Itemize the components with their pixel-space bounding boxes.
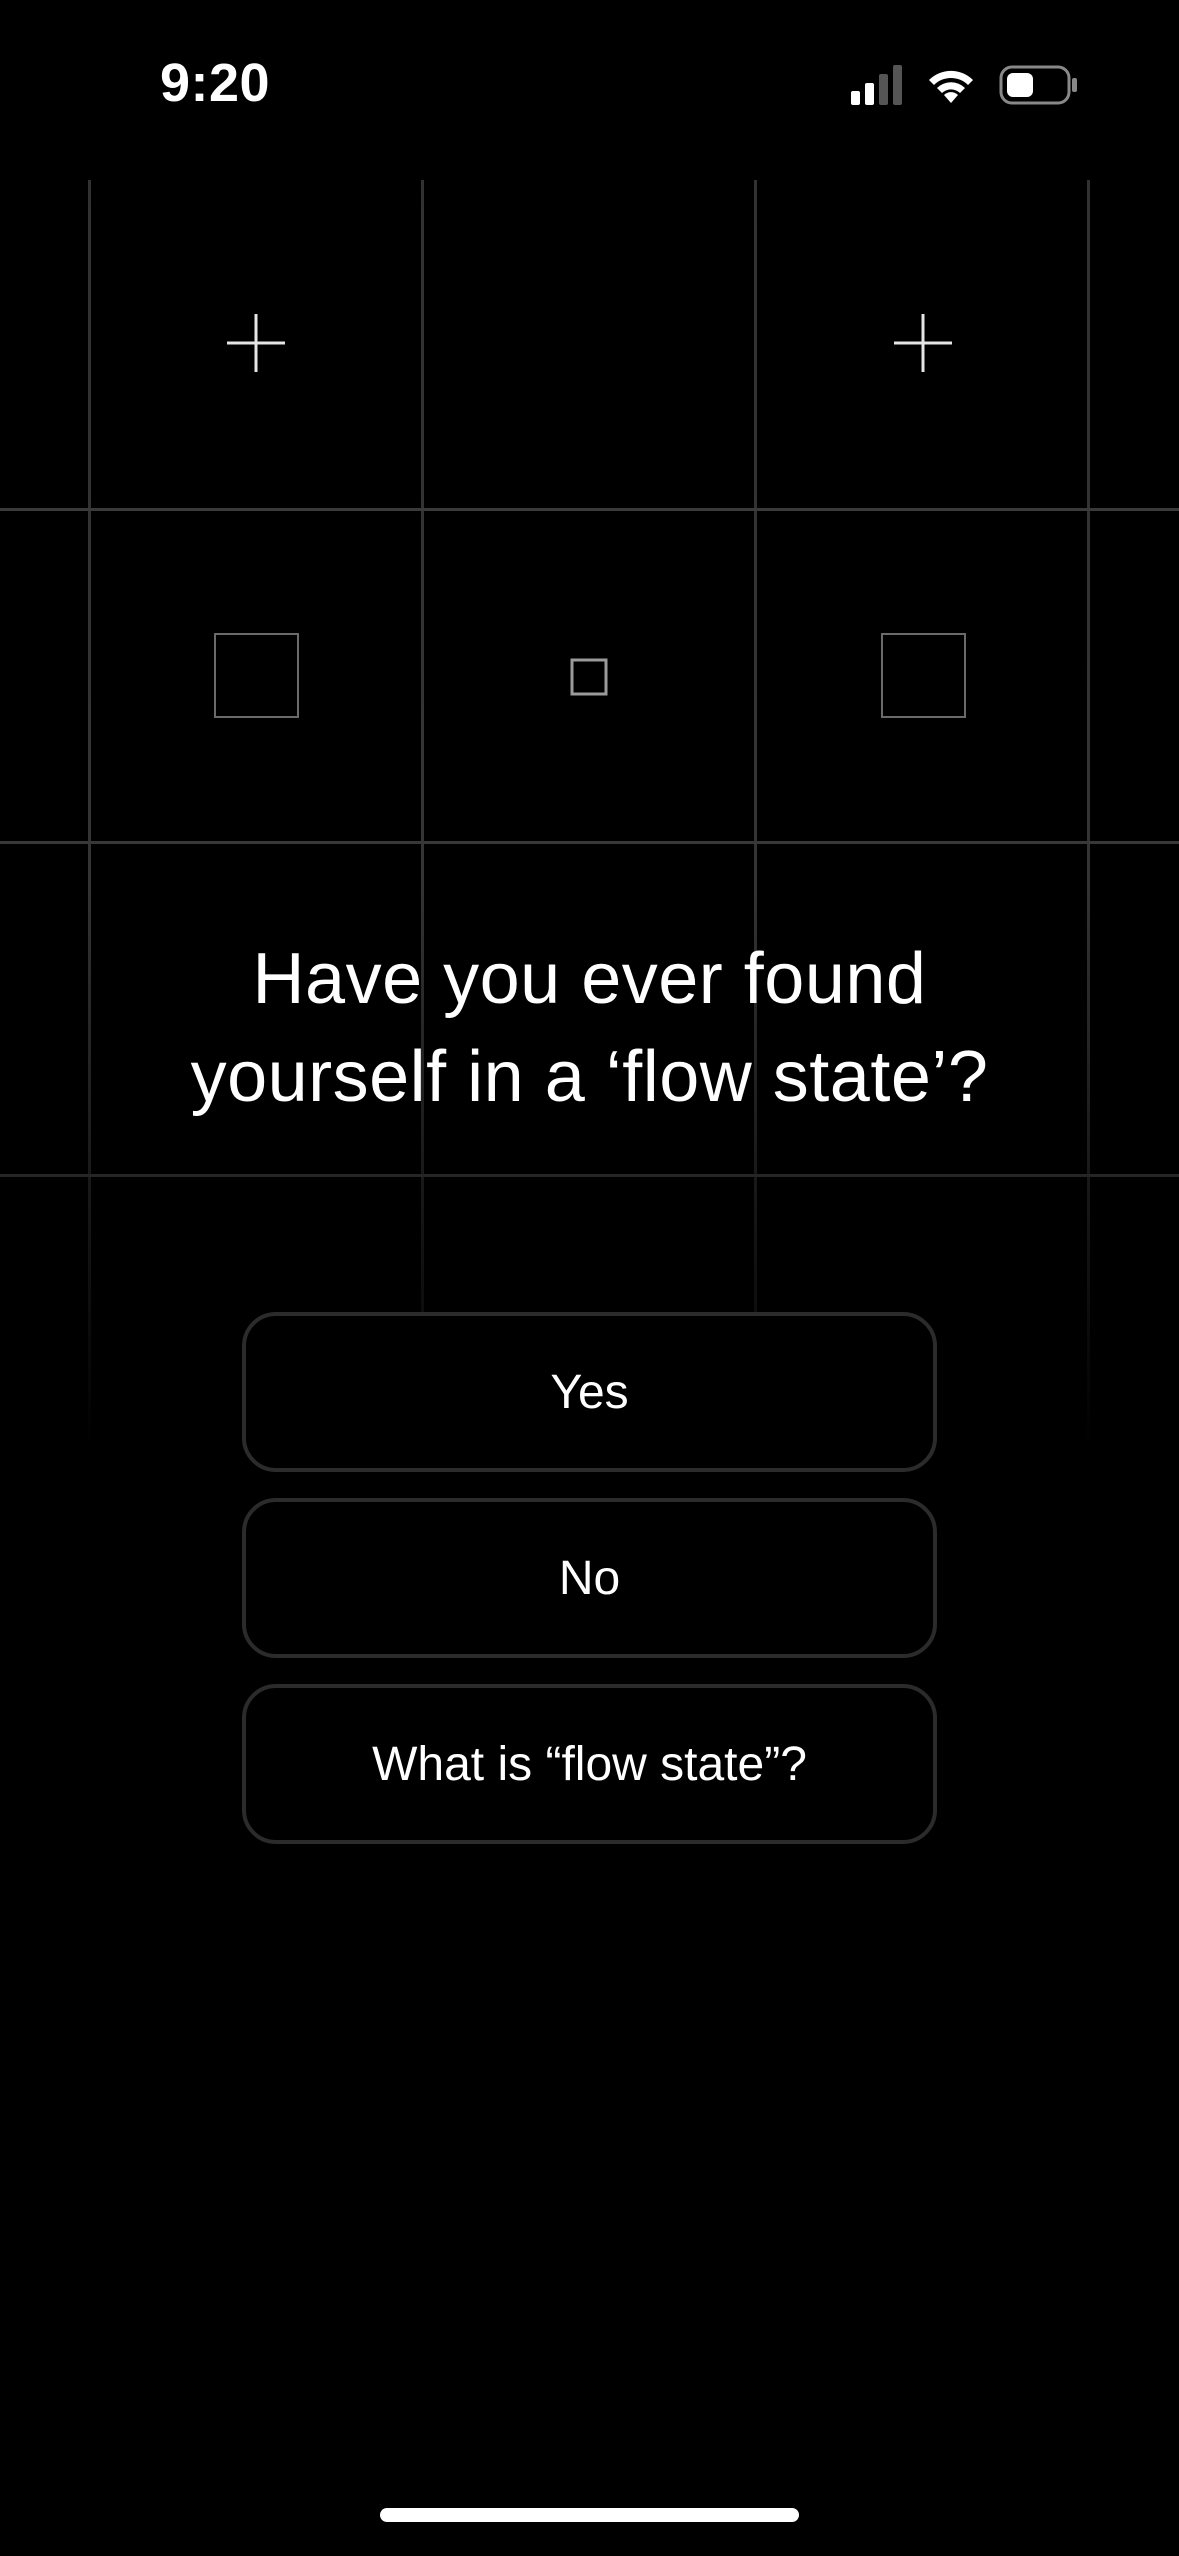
answer-list: Yes No What is “flow state”?	[242, 1312, 937, 1844]
what-is-flow-state-button[interactable]: What is “flow state”?	[242, 1684, 937, 1844]
status-time: 9:20	[160, 53, 271, 113]
large-square-icon	[881, 633, 966, 718]
plus-icon	[894, 314, 952, 372]
grid-line	[421, 180, 424, 1450]
battery-icon	[999, 65, 1077, 105]
grid-line	[0, 508, 1179, 511]
grid-line	[0, 841, 1179, 844]
grid-line	[754, 180, 757, 1450]
grid-background	[0, 180, 1179, 1450]
question-heading: Have you ever found yourself in a ‘flow …	[190, 939, 989, 1117]
small-square-icon	[570, 658, 608, 696]
grid-line	[0, 1174, 1179, 1177]
plus-icon	[227, 314, 285, 372]
cellular-signal-icon	[851, 65, 902, 105]
yes-button[interactable]: Yes	[242, 1312, 937, 1472]
grid-line	[88, 180, 91, 1450]
grid-line	[1087, 180, 1090, 1450]
status-icons	[851, 62, 1079, 108]
home-indicator[interactable]	[380, 2508, 799, 2522]
status-bar: 9:20	[0, 0, 1179, 170]
wifi-icon	[929, 70, 973, 103]
large-square-icon	[214, 633, 299, 718]
no-button[interactable]: No	[242, 1498, 937, 1658]
